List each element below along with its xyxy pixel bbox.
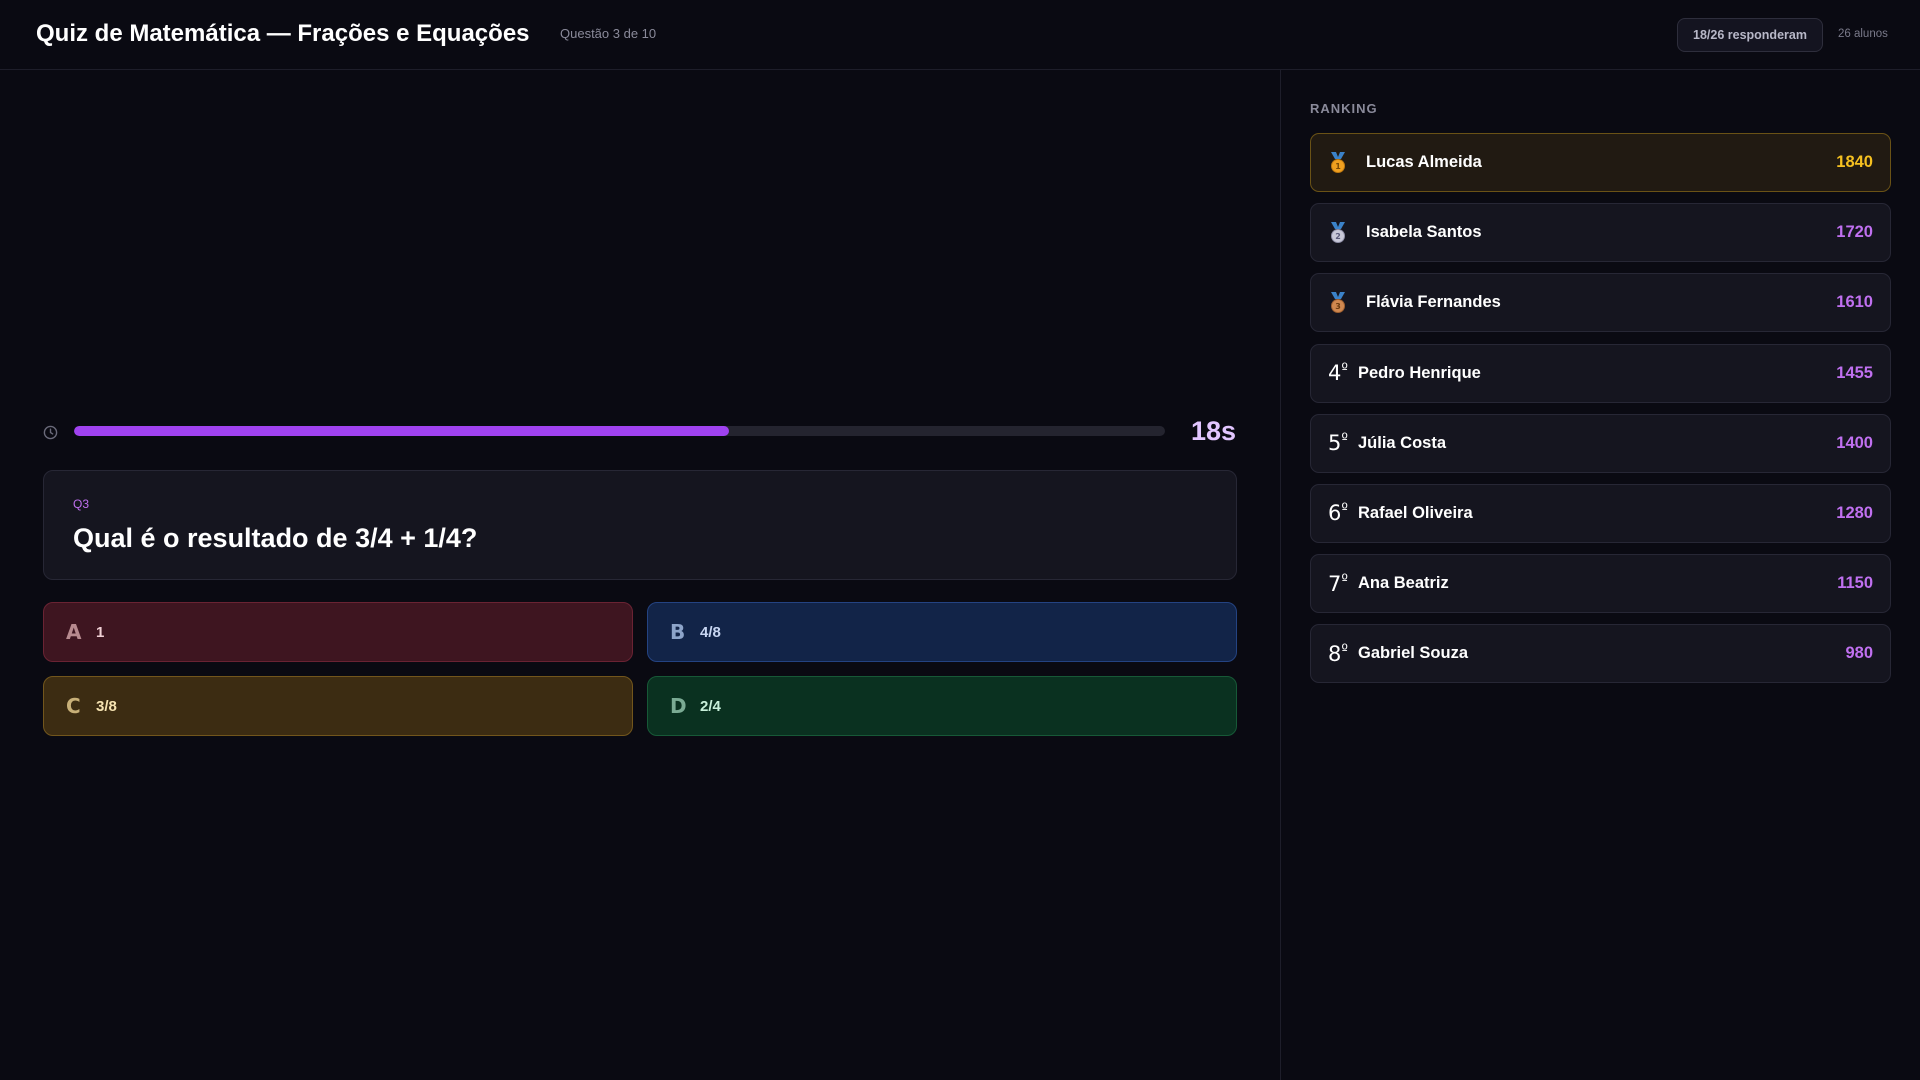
player-score: 1455 [1836,363,1873,382]
question-card: Q3 Qual é o resultado de 3/4 + 1/4? [43,470,1237,580]
svg-text:1: 1 [1335,162,1341,171]
player-name: Isabela Santos [1366,223,1482,242]
option-c-button[interactable]: C 3/8 [43,676,633,736]
rank-position: 7º [1328,571,1348,596]
player-name: Rafael Oliveira [1357,503,1473,522]
player-name: Flávia Fernandes [1366,293,1501,312]
panel-divider [1280,70,1281,1080]
option-letter: A [66,620,82,644]
bronze-medal-icon: 3 [1331,291,1345,313]
option-b-button[interactable]: B 4/8 [647,602,1237,662]
option-text: 2/4 [700,697,721,715]
player-score: 1400 [1836,433,1873,452]
option-letter: B [670,620,686,644]
player-score: 1280 [1836,503,1873,522]
clock-icon [43,425,58,440]
silver-medal-icon: 2 [1331,221,1345,243]
timer-progress-fill [74,426,729,436]
option-text: 1 [96,623,105,641]
ranking-title: RANKING [1310,101,1378,116]
students-count: 26 alunos [1838,28,1888,40]
option-a-button[interactable]: A 1 [43,602,633,662]
ranking-row: 8º Gabriel Souza 980 [1310,624,1891,684]
rank-position: 8º [1328,641,1348,666]
gold-medal-icon: 1 [1331,151,1345,173]
player-score: 1150 [1837,574,1873,593]
player-name: Gabriel Souza [1357,644,1469,663]
ranking-row: 4º Pedro Henrique 1455 [1310,343,1891,403]
svg-text:2: 2 [1335,232,1341,241]
rank-position: 6º [1328,501,1348,526]
top-bar: Quiz de Matemática — Frações e Equações … [0,0,1920,70]
option-text: 3/8 [96,697,117,715]
svg-text:3: 3 [1335,302,1341,311]
page-title: Quiz de Matemática — Frações e Equações [36,20,530,47]
timer-progress-bar [74,426,1165,436]
ranking-row: 6º Rafael Oliveira 1280 [1310,483,1891,543]
responded-badge: 18/26 responderam [1677,18,1823,52]
question-tag: Q3 [73,497,90,511]
question-text: Qual é o resultado de 3/4 + 1/4? [73,523,478,553]
ranking-row: 7º Ana Beatriz 1150 [1310,554,1891,614]
option-text: 4/8 [700,623,721,641]
option-letter: C [66,694,81,718]
player-score: 980 [1845,644,1873,663]
ranking-row: 2 Isabela Santos 1720 [1310,203,1891,263]
rank-position: 4º [1328,361,1348,386]
player-score: 1720 [1836,223,1873,242]
option-d-button[interactable]: D 2/4 [647,676,1237,736]
ranking-row: 1 Lucas Almeida 1840 [1310,133,1891,192]
player-name: Júlia Costa [1357,433,1447,452]
timer-seconds: 18s [1190,416,1236,446]
rank-position: 5º [1328,431,1348,456]
ranking-row: 5º Júlia Costa 1400 [1310,413,1891,473]
ranking-row: 3 Flávia Fernandes 1610 [1310,273,1891,333]
ranking-list: 1 Lucas Almeida 1840 2 Isabela Santos 17… [1310,133,1891,695]
player-name: Pedro Henrique [1357,363,1481,382]
player-name: Ana Beatriz [1357,574,1449,593]
option-letter: D [670,694,687,718]
player-name: Lucas Almeida [1366,153,1482,171]
question-counter: Questão 3 de 10 [560,26,657,41]
player-score: 1610 [1836,293,1873,312]
player-score: 1840 [1836,153,1873,171]
